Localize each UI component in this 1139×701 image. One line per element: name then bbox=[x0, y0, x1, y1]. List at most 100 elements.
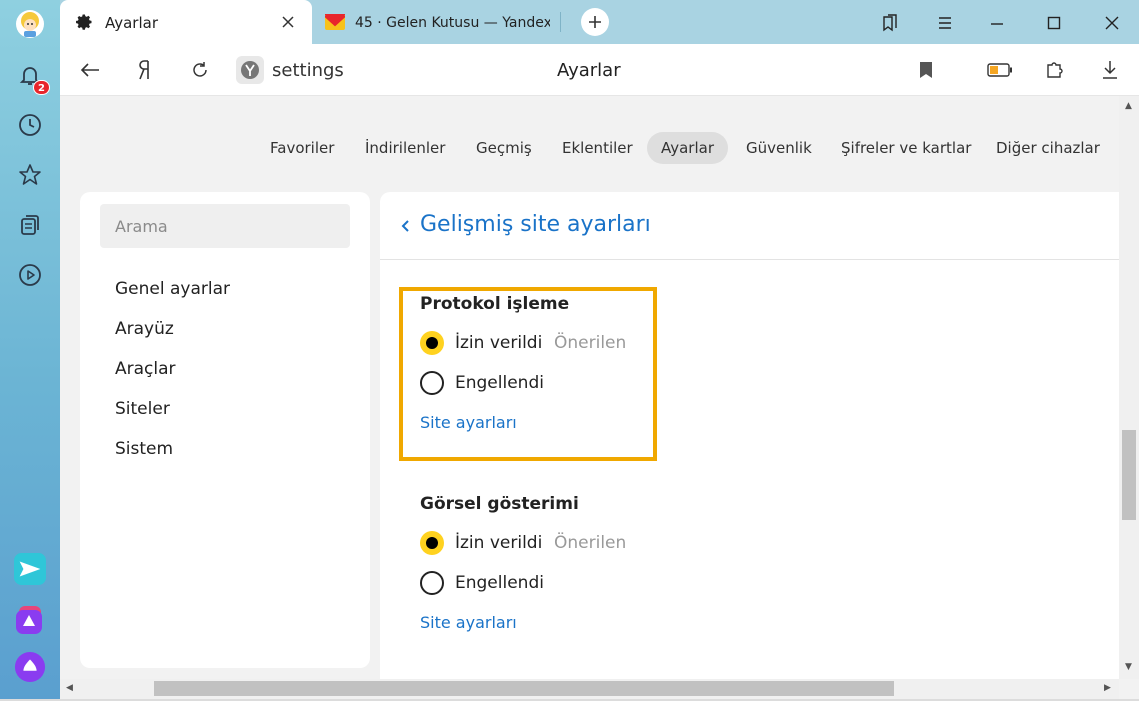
sidebar-item-general[interactable]: Genel ayarlar bbox=[115, 279, 230, 299]
reload-button[interactable] bbox=[187, 57, 213, 83]
nav-history[interactable]: Geçmiş bbox=[462, 132, 546, 164]
protocol-allowed-label[interactable]: İzin verildi bbox=[455, 333, 542, 353]
yandex-home-button[interactable] bbox=[132, 57, 158, 83]
gear-icon bbox=[76, 14, 92, 30]
close-icon bbox=[1105, 16, 1119, 30]
image-display-title: Görsel gösterimi bbox=[420, 494, 579, 514]
history-button[interactable] bbox=[14, 109, 46, 141]
messenger-icon bbox=[14, 553, 46, 585]
nav-passwords-cards[interactable]: Şifreler ve kartlar bbox=[827, 132, 985, 164]
minimize-button[interactable] bbox=[984, 10, 1010, 36]
radio-dot bbox=[426, 537, 438, 549]
new-tab-button[interactable] bbox=[581, 8, 609, 36]
chevron-left-icon[interactable] bbox=[398, 216, 412, 236]
tab-mail[interactable]: 45 · Gelen Kutusu — Yandex bbox=[315, 4, 560, 40]
collections-icon bbox=[21, 215, 39, 235]
nav-settings[interactable]: Ayarlar bbox=[647, 132, 729, 164]
power-saving-button[interactable] bbox=[987, 57, 1013, 83]
nav-favorites[interactable]: Favoriler bbox=[256, 132, 348, 164]
protocol-site-settings-link[interactable]: Site ayarları bbox=[420, 413, 517, 432]
bookmarks-button[interactable] bbox=[14, 159, 46, 191]
images-recommended-hint: Önerilen bbox=[554, 533, 627, 553]
star-icon bbox=[19, 164, 41, 185]
battery-icon bbox=[987, 63, 1012, 77]
images-blocked-label[interactable]: Engellendi bbox=[455, 573, 544, 593]
mail-icon bbox=[325, 14, 345, 30]
protocol-allowed-radio[interactable] bbox=[420, 331, 444, 355]
sidebar-item-sites[interactable]: Siteler bbox=[115, 399, 170, 419]
maximize-button[interactable] bbox=[1041, 10, 1067, 36]
nav-security[interactable]: Güvenlik bbox=[732, 132, 826, 164]
yandex-browser-icon bbox=[241, 61, 259, 79]
puzzle-icon bbox=[1047, 62, 1063, 78]
arrow-left-icon bbox=[80, 63, 99, 77]
section-title[interactable]: Gelişmiş site ayarları bbox=[420, 212, 651, 237]
protocol-blocked-radio[interactable] bbox=[420, 371, 444, 395]
nav-extensions[interactable]: Eklentiler bbox=[548, 132, 647, 164]
bookmark-page-button[interactable] bbox=[913, 57, 939, 83]
close-window-button[interactable] bbox=[1099, 10, 1125, 36]
scroll-up-arrow-icon[interactable]: ▲ bbox=[1125, 101, 1132, 111]
notification-badge: 2 bbox=[33, 80, 50, 95]
alice-app-icon bbox=[16, 606, 42, 634]
download-icon bbox=[1103, 61, 1117, 79]
settings-sidebar: Genel ayarlar Arayüz Araçlar Siteler Sis… bbox=[80, 192, 370, 668]
images-allowed-radio[interactable] bbox=[420, 531, 444, 555]
protocol-recommended-hint: Önerilen bbox=[554, 333, 627, 353]
side-rail: 2 bbox=[0, 0, 60, 701]
horizontal-scroll-thumb[interactable] bbox=[154, 681, 894, 696]
address-toolbar: settings Ayarlar bbox=[60, 44, 1139, 96]
section-header: Gelişmiş site ayarları bbox=[380, 192, 1119, 260]
sidebar-item-interface[interactable]: Arayüz bbox=[115, 319, 174, 339]
minimize-icon bbox=[991, 23, 1003, 25]
page-title: Ayarlar bbox=[557, 60, 621, 81]
horizontal-scrollbar[interactable]: ◀ ▶ bbox=[60, 679, 1119, 699]
tab-mail-title: 45 · Gelen Kutusu — Yandex bbox=[355, 15, 550, 31]
nav-downloads[interactable]: İndirilenler bbox=[351, 132, 459, 164]
alice-icon bbox=[14, 651, 46, 683]
tab-manager-button[interactable] bbox=[877, 10, 903, 36]
profile-avatar[interactable] bbox=[14, 8, 46, 40]
media-button[interactable] bbox=[14, 259, 46, 291]
tab-strip: Ayarlar 45 · Gelen Kutusu — Yandex bbox=[60, 0, 1139, 44]
images-blocked-radio[interactable] bbox=[420, 571, 444, 595]
yandex-ya-icon bbox=[139, 60, 149, 80]
settings-nav: Favoriler İndirilenler Geçmiş Eklentiler… bbox=[60, 132, 1119, 164]
alice-shortcut-button[interactable] bbox=[14, 603, 46, 635]
tab-settings-title: Ayarlar bbox=[105, 14, 159, 32]
avatar-icon bbox=[16, 10, 44, 38]
play-icon bbox=[19, 264, 41, 286]
clock-icon bbox=[19, 114, 41, 136]
images-allowed-label[interactable]: İzin verildi bbox=[455, 533, 542, 553]
settings-page: Favoriler İndirilenler Geçmiş Eklentiler… bbox=[60, 96, 1119, 679]
radio-dot bbox=[426, 337, 438, 349]
scroll-left-arrow-icon[interactable]: ◀ bbox=[66, 683, 73, 693]
back-button[interactable] bbox=[77, 57, 103, 83]
close-tab-icon[interactable] bbox=[282, 16, 294, 28]
images-site-settings-link[interactable]: Site ayarları bbox=[420, 613, 517, 632]
settings-search-input[interactable] bbox=[100, 204, 350, 248]
menu-button[interactable] bbox=[932, 10, 958, 36]
scroll-right-arrow-icon[interactable]: ▶ bbox=[1104, 683, 1111, 693]
address-text[interactable]: settings bbox=[272, 60, 344, 81]
site-info-button[interactable] bbox=[236, 56, 264, 84]
nav-other-devices[interactable]: Diğer cihazlar bbox=[982, 132, 1114, 164]
collections-button[interactable] bbox=[14, 209, 46, 241]
vertical-scrollbar[interactable]: ▲ ▼ bbox=[1119, 96, 1139, 679]
maximize-icon bbox=[1047, 16, 1061, 30]
messenger-button[interactable] bbox=[14, 553, 46, 585]
downloads-button[interactable] bbox=[1097, 57, 1123, 83]
extensions-button[interactable] bbox=[1042, 57, 1068, 83]
plus-icon bbox=[589, 16, 601, 28]
protocol-handling-title: Protokol işleme bbox=[420, 294, 570, 314]
sidebar-item-tools[interactable]: Araçlar bbox=[115, 359, 176, 379]
alice-assistant-button[interactable] bbox=[14, 651, 46, 683]
tab-settings[interactable]: Ayarlar bbox=[60, 0, 312, 44]
sidebar-item-system[interactable]: Sistem bbox=[115, 439, 173, 459]
scroll-down-arrow-icon[interactable]: ▼ bbox=[1125, 662, 1132, 672]
protocol-blocked-label[interactable]: Engellendi bbox=[455, 373, 544, 393]
bookmark-list-icon bbox=[883, 14, 897, 32]
vertical-scroll-thumb[interactable] bbox=[1122, 430, 1136, 520]
bookmark-icon bbox=[920, 62, 932, 78]
hamburger-icon bbox=[939, 17, 951, 29]
